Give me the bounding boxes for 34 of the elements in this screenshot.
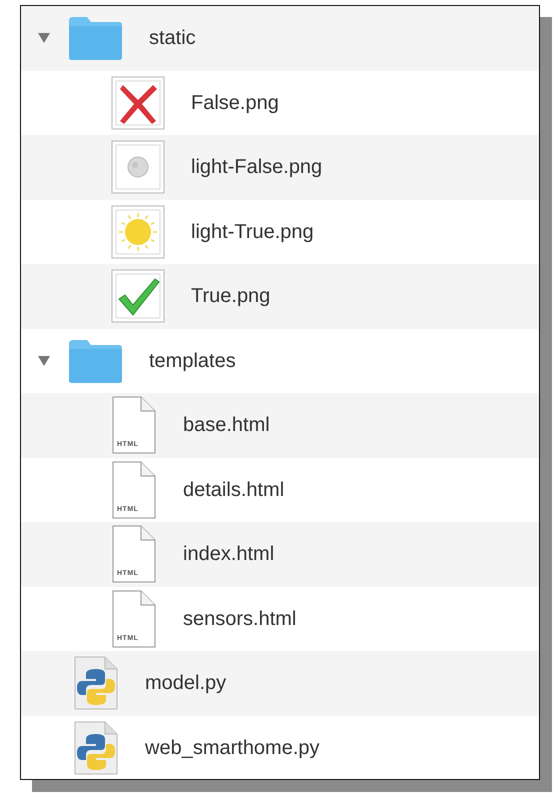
document-icon [111, 524, 157, 584]
tree-row[interactable]: web_smarthome.py [21, 716, 539, 779]
disclosure-triangle-icon[interactable] [37, 354, 51, 367]
moon-icon [111, 140, 165, 194]
document-icon [111, 395, 157, 456]
file-name: model.py [145, 671, 226, 696]
folder-icon [67, 15, 123, 62]
tree-row[interactable]: static [21, 6, 539, 70]
disclosure-triangle-icon[interactable] [37, 32, 51, 44]
python-file-icon [73, 720, 119, 776]
sun-icon [111, 204, 165, 259]
tree-row[interactable]: True.png [21, 264, 539, 328]
tree-row[interactable]: False.png [21, 70, 539, 135]
file-name: web_smarthome.py [145, 736, 320, 761]
document-icon [111, 460, 157, 520]
tree-row[interactable]: model.py [21, 651, 539, 716]
file-name: False.png [191, 90, 279, 116]
file-name: light-False.png [191, 155, 322, 180]
cross-icon [111, 76, 165, 130]
folder-icon [67, 338, 123, 384]
folder-name: static [149, 26, 196, 52]
file-name: index.html [183, 542, 274, 568]
file-name: details.html [183, 478, 284, 503]
checkmark-icon [111, 269, 165, 324]
tree-row[interactable]: light-True.png [21, 200, 539, 264]
file-name: True.png [191, 284, 270, 310]
folder-name: templates [149, 348, 236, 374]
file-name: light-True.png [191, 220, 314, 245]
python-file-icon [73, 655, 119, 712]
tree-row[interactable]: light-False.png [21, 135, 539, 200]
tree-row[interactable]: templates [21, 328, 539, 393]
file-name: sensors.html [183, 606, 296, 632]
document-icon [111, 588, 157, 649]
file-name: base.html [183, 413, 270, 438]
